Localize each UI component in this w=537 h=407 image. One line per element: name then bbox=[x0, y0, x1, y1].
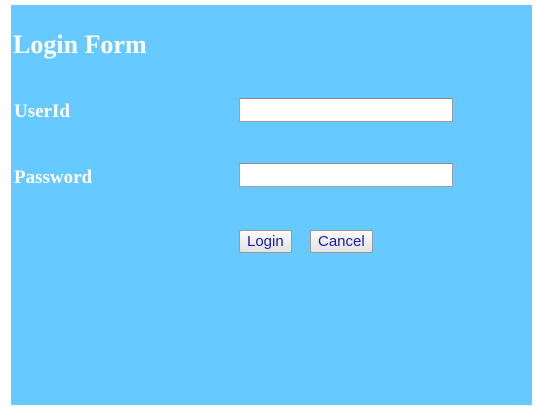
password-label: Password bbox=[14, 167, 93, 188]
login-form-panel: Login Form UserId Password Login Cancel bbox=[11, 5, 532, 405]
userid-input[interactable] bbox=[239, 98, 453, 122]
userid-label: UserId bbox=[14, 101, 70, 122]
password-input[interactable] bbox=[239, 163, 453, 187]
cancel-button[interactable]: Cancel bbox=[310, 230, 373, 253]
login-button[interactable]: Login bbox=[239, 230, 292, 253]
form-title: Login Form bbox=[13, 30, 147, 59]
